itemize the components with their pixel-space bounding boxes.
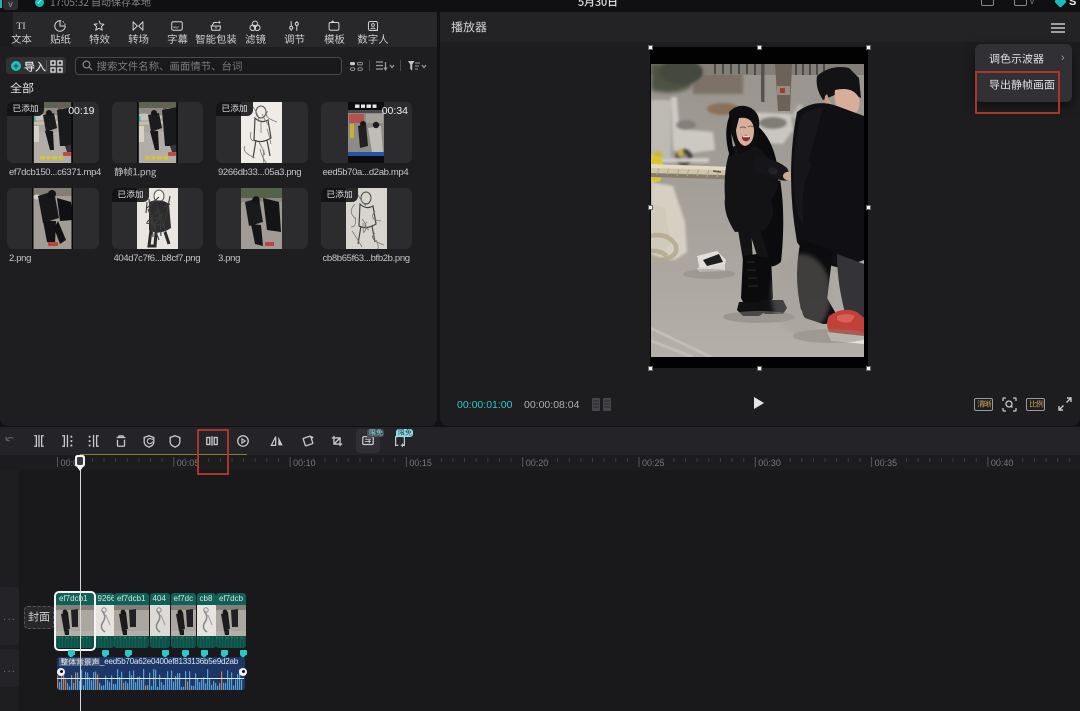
svg-text:rw: rw [175,26,179,30]
svg-text:00:30: 00:30 [758,458,781,468]
svg-text:00:15: 00:15 [409,458,432,468]
svg-text:00:10: 00:10 [293,458,316,468]
svg-text:00:20: 00:20 [526,458,549,468]
svg-text:00:40: 00:40 [991,458,1014,468]
svg-text:00:35: 00:35 [875,458,898,468]
svg-text:00:25: 00:25 [642,458,665,468]
svg-text:TI: TI [16,21,25,32]
